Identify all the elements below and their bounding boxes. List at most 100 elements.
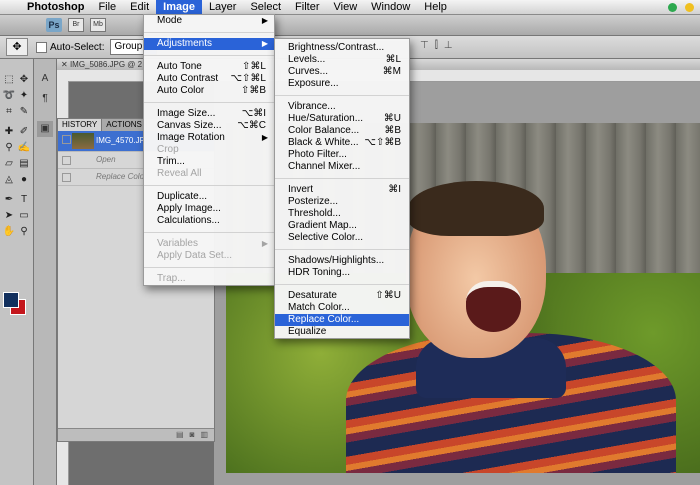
- menu-filter[interactable]: Filter: [288, 0, 326, 14]
- dodge-tool-icon[interactable]: ●: [17, 173, 31, 187]
- camera-snapshot-icon[interactable]: ◙: [190, 429, 195, 441]
- menu-view[interactable]: View: [327, 0, 365, 14]
- menu-item-desaturate[interactable]: Desaturate ⇧⌘U: [275, 290, 409, 302]
- menu-window[interactable]: Window: [364, 0, 417, 14]
- menu-item-vibrance[interactable]: Vibrance...: [275, 101, 409, 113]
- history-step-label: Replace Colo: [96, 172, 145, 181]
- menu-item-match-color[interactable]: Match Color...: [275, 302, 409, 314]
- menu-item-label: Channel Mixer...: [288, 161, 361, 172]
- menu-item-apply-image[interactable]: Apply Image...: [144, 203, 274, 215]
- menu-item-shortcut: ⇧⌘U: [375, 290, 401, 301]
- menu-select[interactable]: Select: [243, 0, 288, 14]
- history-brush-source-icon[interactable]: [62, 135, 71, 144]
- menu-item-black-white[interactable]: Black & White... ⌥⇧⌘B: [275, 137, 409, 149]
- menu-item-label: Adjustments: [157, 38, 213, 49]
- status-area: [668, 0, 694, 14]
- align-bottom-icon[interactable]: ⊥: [444, 40, 453, 51]
- menu-item-image-rotation[interactable]: Image Rotation ▶: [144, 132, 274, 144]
- menu-item-auto-contrast[interactable]: Auto Contrast ⌥⇧⌘L: [144, 73, 274, 85]
- lasso-tool-icon[interactable]: ➰: [2, 89, 16, 103]
- menu-item-auto-tone[interactable]: Auto Tone ⇧⌘L: [144, 61, 274, 73]
- menu-item-calculations[interactable]: Calculations...: [144, 215, 274, 227]
- menu-item-auto-color[interactable]: Auto Color ⇧⌘B: [144, 85, 274, 97]
- auto-select-checkbox[interactable]: [36, 41, 47, 53]
- marquee-tool-icon[interactable]: ⬚: [2, 73, 16, 87]
- menu-item-photo-filter[interactable]: Photo Filter...: [275, 149, 409, 161]
- menu-separator: [144, 185, 274, 186]
- menu-item-label: Photo Filter...: [288, 149, 347, 160]
- move-tool-icon[interactable]: ✥: [17, 73, 31, 87]
- menu-item-duplicate[interactable]: Duplicate...: [144, 191, 274, 203]
- menu-item-curves[interactable]: Curves... ⌘M: [275, 66, 409, 78]
- menu-item-trim[interactable]: Trim...: [144, 156, 274, 168]
- tab-actions[interactable]: ACTIONS: [102, 119, 147, 131]
- menu-item-label: Posterize...: [288, 196, 339, 207]
- history-panel-icon[interactable]: ▣: [37, 121, 53, 137]
- menu-item-channel-mixer[interactable]: Channel Mixer...: [275, 161, 409, 173]
- hand-tool-icon[interactable]: ✋: [2, 225, 16, 239]
- close-document-icon[interactable]: ✕: [61, 60, 68, 69]
- menu-item-shortcut: ⌥⌘C: [237, 120, 266, 131]
- menu-item-mode[interactable]: Mode ▶: [144, 15, 274, 27]
- menu-item-equalize[interactable]: Equalize: [275, 326, 409, 338]
- brush-tool-icon[interactable]: ✐: [17, 125, 31, 139]
- menu-item-levels[interactable]: Levels... ⌘L: [275, 54, 409, 66]
- blur-tool-icon[interactable]: ◬: [2, 173, 16, 187]
- clone-stamp-icon[interactable]: ⚲: [2, 141, 16, 155]
- menu-separator: [275, 284, 409, 285]
- menu-item-invert[interactable]: Invert ⌘I: [275, 184, 409, 196]
- menu-item-brightness-contrast[interactable]: Brightness/Contrast...: [275, 42, 409, 54]
- menu-file[interactable]: File: [91, 0, 123, 14]
- menu-item-threshold[interactable]: Threshold...: [275, 208, 409, 220]
- menu-item-hue-saturation[interactable]: Hue/Saturation... ⌘U: [275, 113, 409, 125]
- menu-item-shadows-highlights[interactable]: Shadows/Highlights...: [275, 255, 409, 267]
- foreground-color-swatch[interactable]: [3, 292, 19, 308]
- menu-item-selective-color[interactable]: Selective Color...: [275, 232, 409, 244]
- menu-item-label: Auto Contrast: [157, 73, 219, 84]
- menu-edit[interactable]: Edit: [123, 0, 156, 14]
- crop-tool-icon[interactable]: ⌗: [2, 105, 16, 119]
- type-tool-icon[interactable]: T: [17, 193, 31, 207]
- pen-tool-icon[interactable]: ✒: [2, 193, 16, 207]
- menu-item-label: Levels...: [288, 54, 326, 65]
- menu-item-hdr-toning[interactable]: HDR Toning...: [275, 267, 409, 279]
- menu-item-exposure[interactable]: Exposure...: [275, 78, 409, 90]
- eraser-icon[interactable]: ▱: [2, 157, 16, 171]
- menu-item-label: Trap...: [157, 273, 186, 284]
- menu-item-crop: Crop: [144, 144, 274, 156]
- trash-icon[interactable]: ▥: [200, 429, 208, 441]
- menu-item-image-size[interactable]: Image Size... ⌥⌘I: [144, 108, 274, 120]
- menu-item-color-balance[interactable]: Color Balance... ⌘B: [275, 125, 409, 137]
- eyedropper-icon[interactable]: ✎: [17, 105, 31, 119]
- bridge-icon[interactable]: Br: [68, 18, 84, 32]
- magic-wand-icon[interactable]: ✦: [17, 89, 31, 103]
- status-green-icon[interactable]: [668, 2, 677, 12]
- path-selection-icon[interactable]: ➤: [2, 209, 16, 223]
- menu-image[interactable]: Image: [156, 0, 202, 14]
- history-brush-source-icon[interactable]: [62, 173, 71, 182]
- history-brush-icon[interactable]: ✍: [17, 141, 31, 155]
- status-yellow-icon[interactable]: [685, 2, 694, 12]
- menu-item-canvas-size[interactable]: Canvas Size... ⌥⌘C: [144, 120, 274, 132]
- align-middle-icon[interactable]: ⫿: [435, 40, 438, 51]
- menu-item-adjustments[interactable]: Adjustments ▶: [144, 38, 274, 50]
- menu-item-label: Reveal All: [157, 168, 202, 179]
- move-tool-icon[interactable]: ✥: [6, 38, 28, 56]
- history-brush-source-icon[interactable]: [62, 156, 71, 165]
- new-document-icon[interactable]: ▤: [176, 429, 184, 441]
- tab-history[interactable]: HISTORY: [58, 119, 103, 131]
- zoom-tool-icon[interactable]: ⚲: [17, 225, 31, 239]
- menu-item-gradient-map[interactable]: Gradient Map...: [275, 220, 409, 232]
- healing-brush-icon[interactable]: ✚: [2, 125, 16, 139]
- menu-item-posterize[interactable]: Posterize...: [275, 196, 409, 208]
- paragraph-panel-icon[interactable]: ¶: [37, 91, 53, 107]
- menu-layer[interactable]: Layer: [202, 0, 244, 14]
- character-panel-icon[interactable]: A: [37, 71, 53, 87]
- mini-bridge-icon[interactable]: Mb: [90, 18, 106, 32]
- gradient-tool-icon[interactable]: ▤: [17, 157, 31, 171]
- menu-help[interactable]: Help: [417, 0, 454, 14]
- menu-app-name[interactable]: Photoshop: [20, 0, 91, 14]
- shape-tool-icon[interactable]: ▭: [17, 209, 31, 223]
- menu-item-replace-color[interactable]: Replace Color...: [275, 314, 409, 326]
- align-top-icon[interactable]: ⊤: [420, 40, 429, 51]
